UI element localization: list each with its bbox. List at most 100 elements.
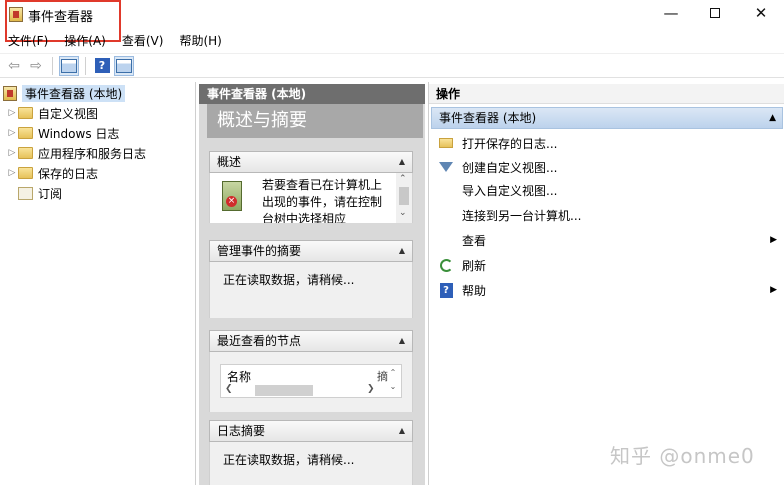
overview-section: 概述 ▲ 若要查看已在计算机上出现的事件，请在控制台树中选择相应 ⌃ ⌄ [209,151,413,223]
scroll-up-icon[interactable]: ⌃ [399,174,407,184]
section-title: 管理事件的摘要 [217,244,302,258]
recent-nodes-list[interactable]: 名称 摘 ❮ ❯ ⌃ ⌄ [220,364,402,398]
overview-pane: 事件查看器 (本地) 概述与摘要 概述 ▲ 若要查看已在计算机上出现的事件，请在… [199,82,425,485]
section-header[interactable]: 最近查看的节点 ▲ [209,330,413,352]
admin-summary-content: 正在读取数据，请稍候... [209,262,413,318]
section-title: 最近查看的节点 [217,334,302,348]
action-import-custom-view[interactable]: 导入自定义视图... [437,179,777,201]
action-help[interactable]: ? 帮助 ▶ [437,279,777,301]
tree-item-label: 保存的日志 [38,166,99,181]
submenu-arrow-icon: ▶ [770,285,777,295]
collapse-icon[interactable]: ▲ [769,108,776,128]
actions-group-header[interactable]: 事件查看器 (本地) ▲ [431,107,783,129]
action-create-custom-view[interactable]: 创建自定义视图... [437,156,777,178]
toolbar-separator [85,56,86,75]
recent-nodes-content: 名称 摘 ❮ ❯ ⌃ ⌄ [209,352,413,412]
show-hide-action-pane-button[interactable] [114,55,134,76]
action-label: 帮助 [462,283,487,298]
vertical-scrollbar[interactable]: ⌃ ⌄ [396,173,412,223]
menu-file[interactable]: 文件(F) [0,31,56,51]
maximize-button[interactable] [692,0,738,28]
forward-arrow-icon: ⇨ [30,57,42,74]
scroll-down-icon[interactable]: ⌄ [399,208,407,218]
console-tree-icon [61,58,77,73]
action-refresh[interactable]: 刷新 [437,254,777,276]
tree-item-label: 订阅 [38,186,63,201]
action-label: 导入自定义视图... [462,183,558,198]
subscription-icon [18,186,33,200]
tree-item-root[interactable]: 事件查看器 (本地) [3,84,126,102]
action-open-saved-log[interactable]: 打开保存的日志... [437,132,777,154]
actions-pane: 操作 事件查看器 (本地) ▲ 打开保存的日志... 创建自定义视图... 导入… [428,82,784,485]
show-hide-console-tree-button[interactable] [59,55,79,76]
vertical-scrollbar[interactable]: ⌃ ⌄ [387,366,399,394]
blank-icon [437,207,455,223]
overview-text: 若要查看已在计算机上出现的事件，请在控制台树中选择相应 [262,178,383,223]
tree-item-windows-logs[interactable]: ▷ Windows 日志 [6,124,120,142]
scroll-thumb[interactable] [255,385,313,396]
maximize-icon [710,8,720,18]
filter-icon [437,159,455,175]
loading-text: 正在读取数据，请稍候... [223,453,355,467]
expand-chevron-icon[interactable]: ▷ [6,148,18,158]
back-arrow-icon: ⇦ [8,57,20,74]
action-label: 连接到另一台计算机... [462,208,582,223]
section-header[interactable]: 日志摘要 ▲ [209,420,413,442]
action-label: 刷新 [462,258,487,273]
close-button[interactable]: ✕ [738,0,784,28]
menu-view[interactable]: 查看(V) [114,31,172,51]
scroll-left-icon[interactable]: ❮ [225,384,233,394]
action-label: 查看 [462,233,487,248]
collapse-icon[interactable]: ▲ [399,152,405,172]
pane-header: 事件查看器 (本地) [199,84,425,104]
scroll-right-icon[interactable]: ❯ [367,384,375,394]
tree-item-saved-logs[interactable]: ▷ 保存的日志 [6,164,98,182]
help-button[interactable]: ? [92,56,112,76]
tree-item-label: 事件查看器 (本地) [22,84,126,102]
expand-chevron-icon[interactable]: ▷ [6,128,18,138]
section-title: 概述 [217,155,242,169]
window-title: 事件查看器 [28,10,94,25]
minimize-button[interactable]: — [648,0,694,28]
scroll-thumb[interactable] [399,187,409,205]
collapse-icon[interactable]: ▲ [399,241,405,261]
open-folder-icon [437,135,455,151]
event-viewer-app-icon [9,7,23,22]
blank-icon [437,232,455,248]
expand-chevron-icon[interactable]: ▷ [6,168,18,178]
submenu-arrow-icon: ▶ [770,235,777,245]
toolbar: ⇦ ⇨ ? [0,53,784,78]
action-pane-icon [116,58,132,73]
tree-item-subscriptions[interactable]: 订阅 [6,184,62,202]
page-title: 概述与摘要 [207,104,423,138]
overview-body: 概述与摘要 概述 ▲ 若要查看已在计算机上出现的事件，请在控制台树中选择相应 ⌃… [199,104,425,485]
menu-action[interactable]: 操作(A) [56,31,114,51]
tree-item-app-service-logs[interactable]: ▷ 应用程序和服务日志 [6,144,146,162]
refresh-icon [437,257,455,273]
back-button[interactable]: ⇦ [4,56,24,76]
action-connect-computer[interactable]: 连接到另一台计算机... [437,204,777,226]
action-view[interactable]: 查看 ▶ [437,229,777,251]
expand-chevron-icon[interactable]: ▷ [6,108,18,118]
event-viewer-icon [3,85,17,101]
menu-help[interactable]: 帮助(H) [171,31,229,51]
tree-item-custom-views[interactable]: ▷ 自定义视图 [6,104,98,122]
scroll-up-icon[interactable]: ⌃ [387,366,399,380]
horizontal-scrollbar[interactable]: ❮ ❯ [225,383,375,397]
folder-icon [18,107,33,119]
scroll-down-icon[interactable]: ⌄ [387,380,399,394]
actions-group-title: 事件查看器 (本地) [439,111,537,125]
section-header[interactable]: 管理事件的摘要 ▲ [209,240,413,262]
loading-text: 正在读取数据，请稍候... [223,273,355,287]
admin-events-summary-section: 管理事件的摘要 ▲ 正在读取数据，请稍候... [209,240,413,318]
help-icon: ? [94,58,110,73]
event-log-icon [222,181,242,211]
section-header[interactable]: 概述 ▲ [209,151,413,173]
forward-button[interactable]: ⇨ [26,56,46,76]
help-icon: ? [437,282,455,298]
collapse-icon[interactable]: ▲ [399,331,405,351]
collapse-icon[interactable]: ▲ [399,421,405,441]
watermark: 知乎 @onme0 [610,444,755,468]
recent-nodes-section: 最近查看的节点 ▲ 名称 摘 ❮ ❯ ⌃ ⌄ [209,330,413,412]
title-bar: 事件查看器 — ✕ [0,0,784,42]
